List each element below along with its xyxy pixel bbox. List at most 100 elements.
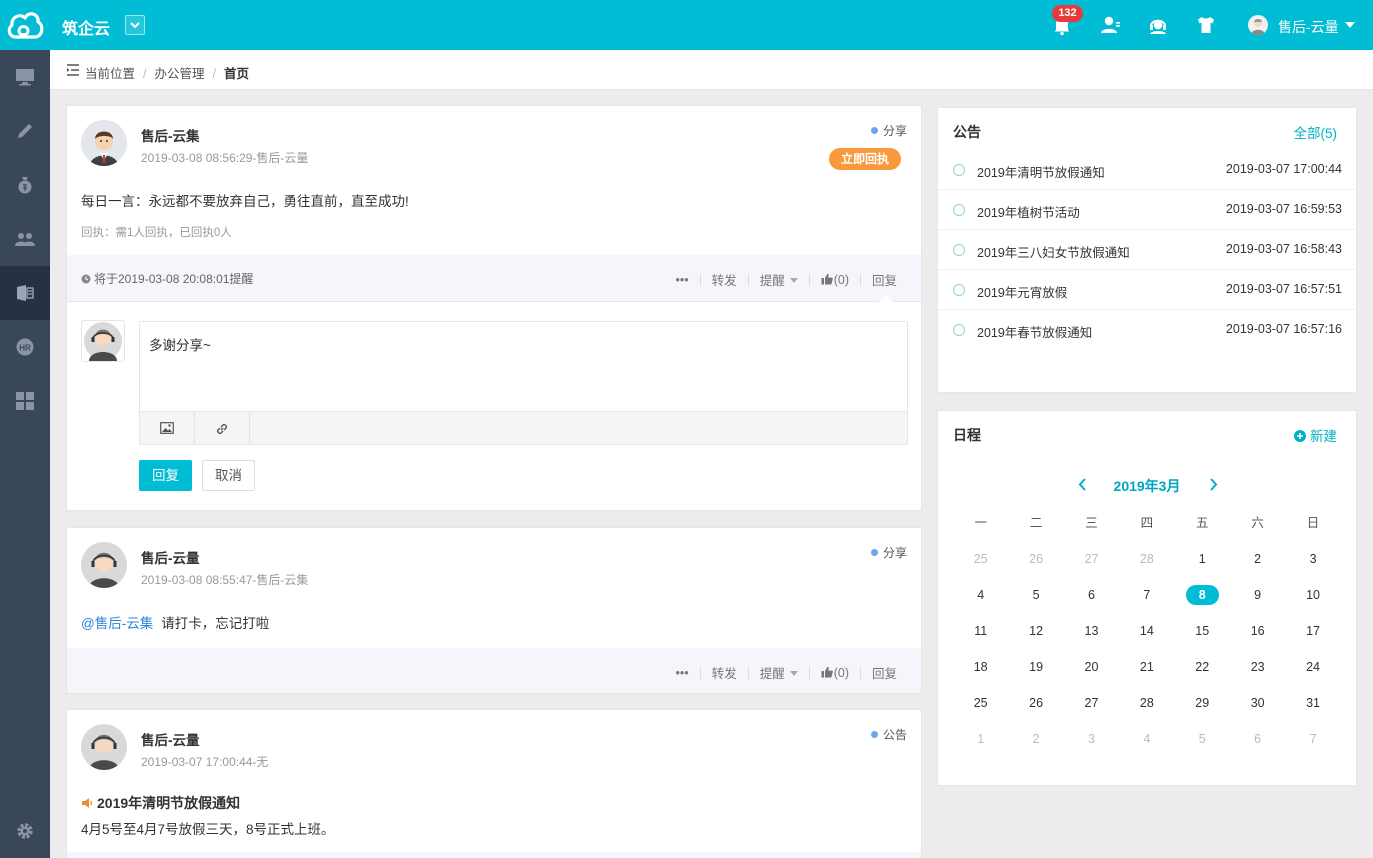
- calendar-day[interactable]: 17: [1285, 613, 1340, 649]
- insert-link-button[interactable]: [195, 412, 250, 444]
- reply-cancel-button[interactable]: 取消: [202, 460, 255, 491]
- avatar[interactable]: [81, 542, 127, 588]
- remind-button[interactable]: 提醒: [760, 663, 798, 682]
- remind-button[interactable]: 提醒: [760, 270, 798, 289]
- post-author[interactable]: 售后-云集: [141, 125, 200, 145]
- notice-headline[interactable]: 2019年清明节放假通知: [81, 793, 240, 813]
- reply-submit-button[interactable]: 回复: [139, 460, 192, 491]
- calendar-day[interactable]: 18: [953, 649, 1008, 685]
- calendar-day[interactable]: 16: [1230, 613, 1285, 649]
- post-author[interactable]: 售后-云量: [141, 547, 200, 567]
- calendar-day[interactable]: 25: [953, 541, 1008, 577]
- sidebar-item-apps[interactable]: [0, 374, 50, 428]
- reply-toggle-button[interactable]: 回复: [872, 270, 897, 289]
- reply-input[interactable]: 多谢分享~: [149, 334, 211, 354]
- more-button[interactable]: •••: [676, 666, 689, 680]
- calendar-day[interactable]: 27: [1064, 685, 1119, 721]
- calendar-day[interactable]: 31: [1285, 685, 1340, 721]
- calendar-today[interactable]: 8: [1175, 577, 1230, 613]
- list-item[interactable]: 2019年三八妇女节放假通知 2019-03-07 16:58:43: [938, 230, 1356, 270]
- mention-link[interactable]: @售后-云集: [81, 616, 153, 631]
- chevron-left-icon[interactable]: [1078, 478, 1087, 491]
- sidebar-item-finance[interactable]: [0, 158, 50, 212]
- calendar-day[interactable]: 2: [1230, 541, 1285, 577]
- list-item[interactable]: 2019年植树节活动 2019-03-07 16:59:53: [938, 190, 1356, 230]
- calendar-day[interactable]: 7: [1119, 577, 1174, 613]
- like-button[interactable]: (0): [821, 273, 849, 287]
- calendar-day[interactable]: 29: [1175, 685, 1230, 721]
- calendar-day[interactable]: 20: [1064, 649, 1119, 685]
- calendar-day[interactable]: 7: [1285, 721, 1340, 757]
- avatar[interactable]: [81, 724, 127, 770]
- speaker-icon: [82, 798, 93, 808]
- user-avatar[interactable]: [1248, 15, 1268, 35]
- user-name[interactable]: 售后-云量: [1278, 17, 1339, 37]
- calendar-day[interactable]: 9: [1230, 577, 1285, 613]
- group-icon: [15, 233, 35, 246]
- post-author[interactable]: 售后-云量: [141, 729, 200, 749]
- reply-toggle-button[interactable]: 回复: [872, 663, 897, 682]
- calendar-day[interactable]: 21: [1119, 649, 1174, 685]
- breadcrumb-item-office[interactable]: 办公管理: [155, 67, 205, 81]
- sidebar-item-office[interactable]: [0, 266, 50, 320]
- calendar-day[interactable]: 14: [1119, 613, 1174, 649]
- list-item[interactable]: 2019年清明节放假通知 2019-03-07 17:00:44: [938, 150, 1356, 190]
- notice-all-link[interactable]: 全部(5): [1294, 122, 1338, 142]
- calendar-day[interactable]: 19: [1008, 649, 1063, 685]
- calendar-day[interactable]: 30: [1230, 685, 1285, 721]
- calendar-day[interactable]: 3: [1064, 721, 1119, 757]
- ack-now-button[interactable]: 立即回执: [828, 148, 901, 170]
- calendar-day[interactable]: 1: [1175, 541, 1230, 577]
- like-button[interactable]: (0): [821, 666, 849, 680]
- calendar-day[interactable]: 11: [953, 613, 1008, 649]
- calendar-day[interactable]: 28: [1119, 541, 1174, 577]
- avatar[interactable]: [81, 120, 127, 166]
- schedule-panel-title: 日程: [953, 427, 981, 443]
- calendar-day[interactable]: 22: [1175, 649, 1230, 685]
- calendar-day[interactable]: 5: [1175, 721, 1230, 757]
- calendar-day[interactable]: 1: [953, 721, 1008, 757]
- calendar-day[interactable]: 26: [1008, 541, 1063, 577]
- calendar-day[interactable]: 12: [1008, 613, 1063, 649]
- calendar-day[interactable]: 26: [1008, 685, 1063, 721]
- new-schedule-button[interactable]: 新建: [1294, 425, 1337, 445]
- calendar-day[interactable]: 28: [1119, 685, 1174, 721]
- breadcrumb-label: 当前位置: [85, 67, 136, 81]
- calendar-day[interactable]: 5: [1008, 577, 1063, 613]
- calendar-day[interactable]: 3: [1285, 541, 1340, 577]
- chevron-right-icon[interactable]: [1209, 478, 1218, 491]
- theme-shirt-icon[interactable]: [1194, 13, 1218, 37]
- calendar-day[interactable]: 4: [953, 577, 1008, 613]
- reply-editor[interactable]: 多谢分享~: [139, 321, 908, 445]
- user-contact-icon[interactable]: [1098, 13, 1122, 37]
- calendar-day[interactable]: 6: [1230, 721, 1285, 757]
- sidebar-item-team[interactable]: [0, 212, 50, 266]
- calendar-day[interactable]: 6: [1064, 577, 1119, 613]
- sidebar-item-settings[interactable]: [0, 804, 50, 858]
- calendar-day[interactable]: 25: [953, 685, 1008, 721]
- weekday-header: 二: [1029, 516, 1043, 530]
- calendar-day[interactable]: 23: [1230, 649, 1285, 685]
- calendar-day[interactable]: 24: [1285, 649, 1340, 685]
- sidebar-item-desktop[interactable]: [0, 50, 50, 104]
- notification-badge[interactable]: 132: [1052, 5, 1083, 22]
- list-item[interactable]: 2019年元宵放假 2019-03-07 16:57:51: [938, 270, 1356, 310]
- forward-button[interactable]: 转发: [712, 663, 737, 682]
- sidebar-item-hr[interactable]: HR: [0, 320, 50, 374]
- org-switch-button[interactable]: [125, 15, 145, 35]
- calendar-day[interactable]: 2: [1008, 721, 1063, 757]
- calendar-day[interactable]: 10: [1285, 577, 1340, 613]
- more-button[interactable]: •••: [676, 273, 689, 287]
- customer-service-icon[interactable]: [1146, 13, 1170, 37]
- forward-button[interactable]: 转发: [712, 270, 737, 289]
- calendar-day[interactable]: 4: [1119, 721, 1174, 757]
- insert-image-button[interactable]: [140, 412, 195, 444]
- menu-indent-icon[interactable]: [66, 64, 80, 76]
- sidebar-item-edit[interactable]: [0, 104, 50, 158]
- calendar-day[interactable]: 15: [1175, 613, 1230, 649]
- caret-down-icon[interactable]: [1345, 22, 1355, 28]
- cloud-logo-icon[interactable]: [6, 7, 44, 43]
- list-item[interactable]: 2019年春节放假通知 2019-03-07 16:57:16: [938, 310, 1356, 350]
- calendar-day[interactable]: 27: [1064, 541, 1119, 577]
- calendar-day[interactable]: 13: [1064, 613, 1119, 649]
